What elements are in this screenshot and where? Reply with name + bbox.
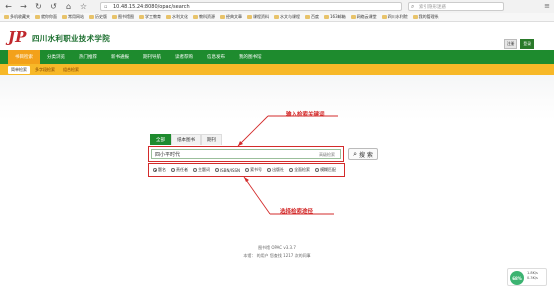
annotation-keyword: 输入检索关键词 bbox=[286, 112, 325, 118]
page-footer: 图书馆 OPAC v3.3.7 本馆： 的用户 您查找 1217 次的同事 bbox=[0, 244, 554, 260]
widget-percent: 68% bbox=[510, 271, 524, 285]
annotation-field: 选择检索途径 bbox=[280, 209, 314, 215]
footer-stats: 本馆： 的用户 您查找 1217 次的同事 bbox=[243, 253, 311, 258]
network-speed-widget[interactable]: 68% 1.8K/s 0.3K/s bbox=[507, 268, 547, 286]
footer-version: 图书馆 OPAC v3.3.7 bbox=[258, 245, 296, 250]
widget-download: 0.3K/s bbox=[527, 276, 538, 280]
